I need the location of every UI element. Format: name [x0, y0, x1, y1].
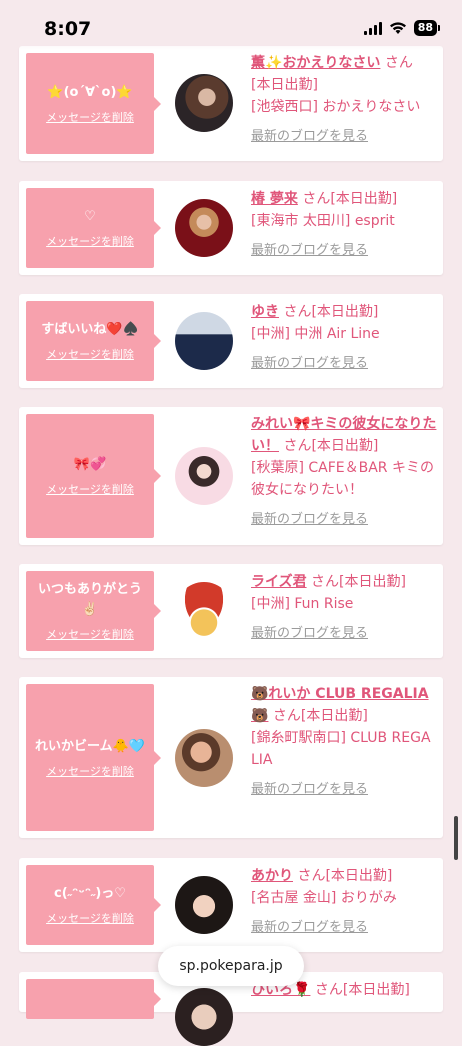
- delete-message-link[interactable]: メッセージを削除: [46, 109, 134, 125]
- message-text: れいかビーム🐥🩵: [35, 738, 145, 754]
- blog-link[interactable]: 最新のブログを見る: [251, 623, 437, 645]
- message-card: いつもありがとう✌🏻 メッセージを削除 ライズ君 さん[本日出勤] [中洲] F…: [19, 564, 443, 658]
- message-text: いつもありがとう✌🏻: [37, 582, 142, 617]
- delete-message-link[interactable]: メッセージを削除: [46, 626, 134, 642]
- message-card: c(˶ᵔᵕᵔ˶)っ♡ メッセージを削除 あかり さん[本日出勤] [名古屋 金山…: [19, 858, 443, 952]
- delete-message-link[interactable]: メッセージを削除: [46, 481, 134, 497]
- message-bubble: [26, 979, 161, 1019]
- avatar[interactable]: [175, 447, 233, 505]
- avatar[interactable]: [175, 312, 233, 370]
- attendance-status: [本日出勤]: [311, 438, 379, 454]
- avatar[interactable]: [175, 199, 233, 257]
- san-label: さん: [283, 438, 312, 454]
- message-bubble: c(˶ᵔᵕᵔ˶)っ♡ メッセージを削除: [26, 865, 161, 945]
- wifi-icon: [389, 22, 406, 34]
- message-text: c(˶ᵔᵕᵔ˶)っ♡: [54, 886, 126, 901]
- cast-info: みれい🎀キミの彼女になりたい！ さん[本日出勤] [秋葉原] CAFE＆BAR …: [251, 413, 437, 531]
- message-bubble: ♡ メッセージを削除: [26, 188, 161, 268]
- message-text: ⭐(o´∀`o)⭐: [47, 84, 133, 100]
- attendance-status: [本日出勤]: [342, 982, 410, 998]
- attendance-status: [本日出勤]: [311, 304, 379, 320]
- shop-name: [錦糸町駅南口] CLUB REGALIA: [251, 730, 431, 768]
- message-card: すばいいね❤️♠️ メッセージを削除 ゆき さん[本日出勤] [中洲] 中洲 A…: [19, 294, 443, 388]
- san-label: さん: [283, 304, 312, 320]
- avatar[interactable]: [175, 876, 233, 934]
- battery-icon: [438, 25, 440, 31]
- delete-message-link[interactable]: メッセージを削除: [46, 346, 134, 362]
- cast-name-link[interactable]: あかり: [251, 868, 293, 884]
- blog-link[interactable]: 最新のブログを見る: [251, 779, 437, 801]
- blog-link[interactable]: 最新のブログを見る: [251, 917, 437, 939]
- shop-name: [池袋西口] おかえりなさい: [251, 99, 421, 115]
- cast-info: あかり さん[本日出勤] [名古屋 金山] おりがみ 最新のブログを見る: [251, 865, 437, 939]
- cast-info: ライズ君 さん[本日出勤] [中洲] Fun Rise 最新のブログを見る: [251, 571, 437, 645]
- avatar[interactable]: [175, 729, 233, 787]
- message-text: すばいいね❤️♠️: [41, 322, 139, 337]
- message-bubble: ⭐(o´∀`o)⭐ メッセージを削除: [26, 53, 161, 154]
- blog-link[interactable]: 最新のブログを見る: [251, 509, 437, 531]
- blog-link[interactable]: 最新のブログを見る: [251, 353, 437, 375]
- message-bubble: 🎀💞 メッセージを削除: [26, 414, 161, 538]
- cast-info: 椿 夢来 さん[本日出勤] [東海市 太田川] esprit 最新のブログを見る: [251, 188, 437, 262]
- message-card: ♡ メッセージを削除 椿 夢来 さん[本日出勤] [東海市 太田川] espri…: [19, 181, 443, 275]
- message-bubble: いつもありがとう✌🏻 メッセージを削除: [26, 571, 161, 651]
- message-card: ⭐(o´∀`o)⭐ メッセージを削除 薫✨おかえりなさい さん [本日出勤] […: [19, 46, 443, 161]
- cast-name-link[interactable]: ゆき: [251, 304, 279, 320]
- shop-name: [東海市 太田川] esprit: [251, 213, 395, 229]
- shop-name: [中洲] Fun Rise: [251, 596, 354, 612]
- san-label: さん: [314, 982, 343, 998]
- attendance-status: [本日出勤]: [300, 708, 368, 724]
- status-bar: 8:07 88: [0, 0, 462, 50]
- attendance-status: [本日出勤]: [339, 574, 406, 590]
- battery-level: 88: [413, 20, 437, 36]
- san-label: さん: [302, 191, 331, 207]
- message-card: 🎀💞 メッセージを削除 みれい🎀キミの彼女になりたい！ さん[本日出勤] [秋葉…: [19, 407, 443, 545]
- scroll-indicator[interactable]: [454, 816, 458, 860]
- message-bubble: れいかビーム🐥🩵 メッセージを削除: [26, 684, 161, 831]
- blog-link[interactable]: 最新のブログを見る: [251, 240, 437, 262]
- cast-name-link[interactable]: ライズ君: [251, 574, 307, 590]
- message-card: れいかビーム🐥🩵 メッセージを削除 🐻れいか CLUB REGALIA🐻 さん[…: [19, 677, 443, 838]
- san-label: さん: [297, 868, 326, 884]
- cast-name-link[interactable]: 椿 夢来: [251, 191, 298, 207]
- delete-message-link[interactable]: メッセージを削除: [46, 763, 134, 779]
- shop-name: [秋葉原] CAFE＆BAR キミの彼女になりたい！: [251, 460, 434, 498]
- status-icons: 88: [363, 20, 440, 36]
- blog-link[interactable]: 最新のブログを見る: [251, 126, 437, 148]
- cast-info: ゆき さん[本日出勤] [中洲] 中洲 Air Line 最新のブログを見る: [251, 301, 437, 375]
- address-bar[interactable]: sp.pokepara.jp: [158, 946, 304, 986]
- san-label: さん: [384, 55, 413, 71]
- san-label: さん: [272, 708, 301, 724]
- message-bubble: すばいいね❤️♠️ メッセージを削除: [26, 301, 161, 381]
- delete-message-link[interactable]: メッセージを削除: [46, 233, 134, 249]
- avatar[interactable]: [175, 74, 233, 132]
- avatar[interactable]: [175, 582, 233, 640]
- cast-info: 薫✨おかえりなさい さん [本日出勤] [池袋西口] おかえりなさい 最新のブロ…: [251, 52, 437, 148]
- cellular-signal-icon: [363, 21, 382, 35]
- cast-info: 🐻れいか CLUB REGALIA🐻 さん[本日出勤] [錦糸町駅南口] CLU…: [251, 683, 437, 801]
- san-label: さん: [311, 574, 340, 590]
- delete-message-link[interactable]: メッセージを削除: [46, 910, 134, 926]
- clock: 8:07: [44, 18, 92, 40]
- message-text: 🎀💞: [73, 457, 107, 472]
- attendance-status: [本日出勤]: [330, 191, 398, 207]
- attendance-status: [本日出勤]: [325, 868, 393, 884]
- attendance-status: [本日出勤]: [251, 77, 318, 93]
- message-text: ♡: [84, 209, 96, 224]
- shop-name: [名古屋 金山] おりがみ: [251, 890, 397, 906]
- cast-name-link[interactable]: 薫✨おかえりなさい: [251, 55, 380, 71]
- avatar[interactable]: [175, 988, 233, 1046]
- shop-name: [中洲] 中洲 Air Line: [251, 326, 380, 342]
